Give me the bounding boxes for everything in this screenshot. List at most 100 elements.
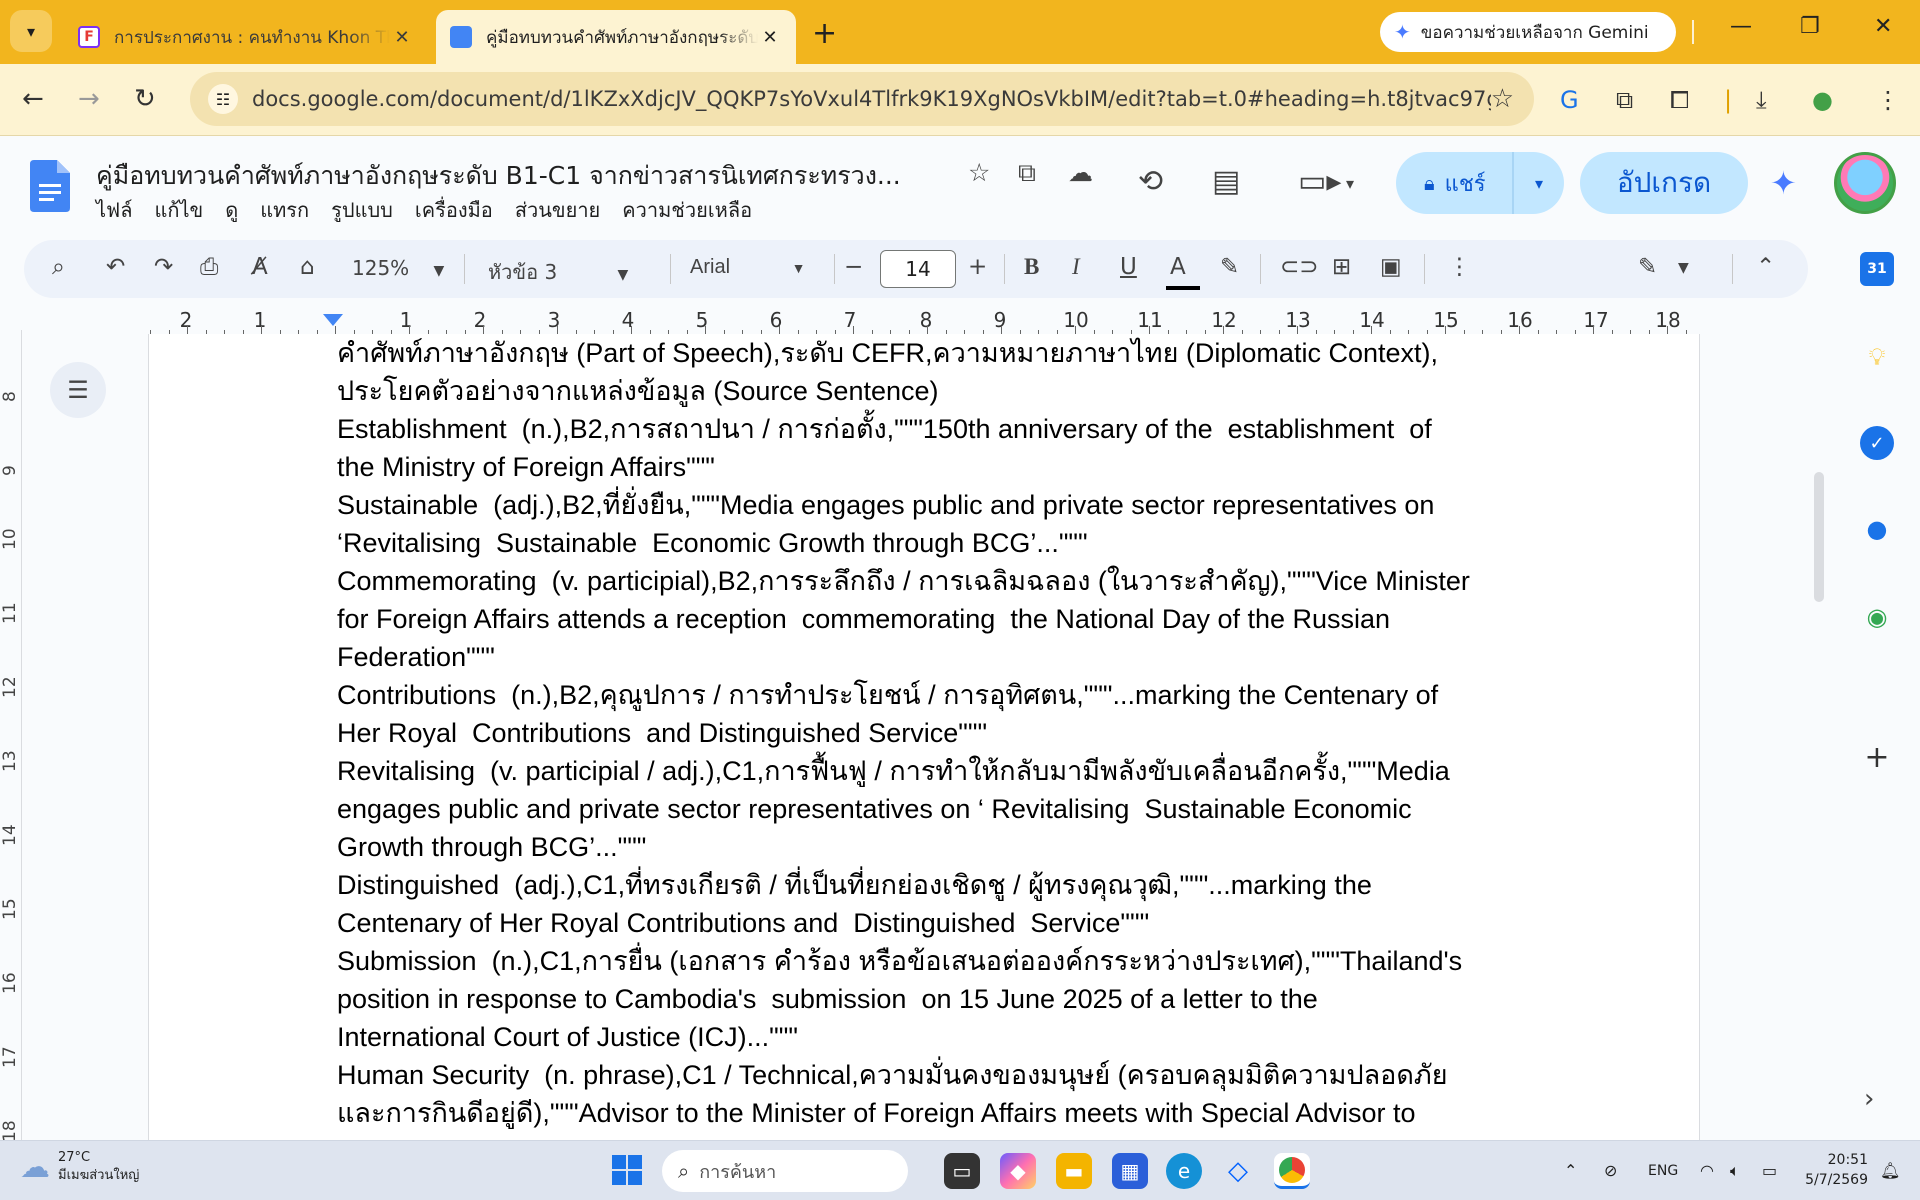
close-icon[interactable]: ✕ (390, 27, 414, 48)
maps-icon[interactable]: ◉ (1860, 600, 1894, 634)
document-line[interactable]: for Foreign Affairs attends a reception … (337, 600, 1667, 638)
document-line[interactable]: และการกินดีอยู่ดี),"""Advisor to the Min… (337, 1094, 1667, 1132)
menu-view[interactable]: ดู (225, 194, 238, 226)
bold-icon[interactable]: B (1024, 254, 1039, 280)
menu-help[interactable]: ความช่วยเหลือ (622, 194, 752, 226)
share-button[interactable]: 🔒︎ แชร์ ▾ (1396, 152, 1564, 214)
cast-icon[interactable]: ⧉ (1616, 86, 1633, 114)
gemini-button[interactable]: ✦ ขอความช่วยเหลือจาก Gemini (1380, 12, 1676, 52)
search-icon[interactable]: ⌕ (52, 254, 65, 280)
menu-insert[interactable]: แทรก (260, 194, 309, 226)
notification-icon[interactable]: 🔔︎ (1880, 1161, 1900, 1180)
highlight-icon[interactable]: ✎ (1220, 254, 1239, 280)
document-line[interactable]: Growth through BCG’...""" (337, 828, 1667, 866)
menu-extensions[interactable]: ส่วนขยาย (515, 194, 600, 226)
font-select[interactable]: Arial ▼ (690, 256, 805, 279)
increase-font-size-icon[interactable]: + (968, 254, 987, 280)
document-line[interactable]: Revitalising (v. participial / adj.),C1,… (337, 752, 1667, 790)
menu-tools[interactable]: เครื่องมือ (415, 194, 493, 226)
chevron-right-icon[interactable]: › (1864, 1084, 1874, 1114)
copilot-icon[interactable]: ◆ (1000, 1153, 1036, 1189)
profile-icon[interactable]: ● (1812, 86, 1833, 114)
start-button[interactable] (612, 1155, 642, 1185)
restore-button[interactable]: ❐ (1800, 14, 1820, 39)
paint-format-icon[interactable]: ⌂ (300, 254, 315, 280)
document-line[interactable]: ประโยคตัวอย่างจากแหล่งข้อมูล (Source Sen… (337, 372, 1667, 410)
document-line[interactable]: engages public and private sector repres… (337, 790, 1667, 828)
style-select[interactable]: หัวข้อ 3 ▼ (488, 256, 628, 288)
document-outline-button[interactable]: ☰ (50, 362, 106, 418)
editing-mode-icon[interactable]: ✎ (1638, 254, 1657, 280)
document-line[interactable]: ‘Revitalising Sustainable Economic Growt… (337, 524, 1667, 562)
contacts-icon[interactable]: ● (1860, 512, 1894, 546)
omnibox[interactable]: ☷ docs.google.com/document/d/1lKZxXdjcJV… (190, 72, 1534, 126)
language-indicator[interactable]: ENG (1648, 1163, 1678, 1179)
clock[interactable]: 20:51 5/7/2569 (1800, 1150, 1868, 1190)
chrome-icon[interactable] (1274, 1153, 1310, 1189)
avatar[interactable] (1834, 152, 1896, 214)
network-status-icon[interactable]: ⊘ (1604, 1161, 1617, 1180)
volume-icon[interactable]: 🔈︎ (1730, 1161, 1740, 1181)
history-icon[interactable]: ⟲ (1138, 164, 1163, 199)
tab-job-posting[interactable]: F การประกาศงาน : คนทำงาน Khon Thai ✕ (64, 10, 428, 64)
document-line[interactable]: Distinguished (adj.),C1,ที่ทรงเกียรติ / … (337, 866, 1667, 904)
more-options-icon[interactable]: ⋮ (1448, 254, 1471, 280)
task-view-icon[interactable]: ▭ (944, 1153, 980, 1189)
comments-icon[interactable]: ▤ (1212, 164, 1240, 199)
underline-icon[interactable]: U (1120, 254, 1137, 280)
chevron-down-icon[interactable]: ▾ (1514, 174, 1564, 193)
close-icon[interactable]: ✕ (758, 27, 782, 48)
keep-icon[interactable]: 💡︎ (1860, 340, 1894, 374)
document-line[interactable]: position in response to Cambodia's submi… (337, 980, 1667, 1018)
document-line[interactable]: Submission (n.),C1,การยื่น (เอกสาร คำร้อ… (337, 942, 1667, 980)
link-icon[interactable]: ⊂⊃ (1280, 254, 1319, 280)
undo-icon[interactable]: ↶ (106, 254, 125, 280)
document-line[interactable]: Commemorating (v. participial),B2,การระล… (337, 562, 1667, 600)
zoom-select[interactable]: 125% ▼ (352, 256, 444, 280)
document-line[interactable]: Establishment (n.),B2,การสถาปนา / การก่อ… (337, 410, 1667, 448)
new-tab-button[interactable]: + (812, 16, 837, 51)
calendar-icon[interactable]: 31 (1860, 252, 1894, 286)
chevron-down-icon[interactable]: ▾ (1346, 174, 1354, 193)
minimize-button[interactable]: — (1730, 14, 1752, 39)
tasks-icon[interactable]: ✓ (1860, 426, 1894, 460)
document-body[interactable]: คำศัพท์ภาษาอังกฤษ (Part of Speech),ระดับ… (337, 334, 1667, 1140)
gemini-icon[interactable]: ✦ (1770, 164, 1797, 202)
document-line[interactable]: Human Security (n. phrase),C1 / Technica… (337, 1056, 1667, 1094)
insert-image-icon[interactable]: ▣ (1380, 254, 1402, 280)
document-line[interactable]: the United Nations Secretary-General on … (337, 1132, 1667, 1140)
extensions-icon[interactable]: ⧠ (1670, 86, 1689, 114)
menu-icon[interactable]: ⋮ (1876, 86, 1900, 114)
close-window-button[interactable]: ✕ (1874, 14, 1892, 39)
hide-menus-icon[interactable]: ⌃ (1756, 254, 1775, 280)
scrollbar[interactable] (1814, 472, 1824, 602)
chevron-up-icon[interactable]: ⌃ (1564, 1161, 1577, 1180)
taskbar-search[interactable]: ⌕ การค้นหา (662, 1150, 908, 1192)
dropbox-icon[interactable]: ◇ (1220, 1153, 1256, 1189)
document-line[interactable]: Her Royal Contributions and Distinguishe… (337, 714, 1667, 752)
document-line[interactable]: Federation""" (337, 638, 1667, 676)
star-icon[interactable]: ☆ (968, 158, 990, 187)
text-color-icon[interactable]: A (1170, 254, 1186, 280)
tab-docs[interactable]: คู่มือทบทวนคำศัพท์ภาษาอังกฤษระดับ B1 ✕ (436, 10, 796, 64)
download-icon[interactable]: ⤓ (1756, 86, 1767, 114)
horizontal-ruler[interactable]: 2 1 1 2 3 4 5 6 7 8 9 10 11 12 13 14 15 16 17 18 (150, 308, 1690, 334)
url-text[interactable]: docs.google.com/document/d/1lKZxXdjcJV_Q… (252, 87, 1491, 111)
menu-format[interactable]: รูปแบบ (331, 194, 393, 226)
menu-edit[interactable]: แก้ไข (154, 194, 203, 226)
move-folder-icon[interactable]: ⧉ (1018, 158, 1036, 188)
menu-file[interactable]: ไฟล์ (96, 194, 132, 226)
bookmark-star-icon[interactable]: ☆ (1491, 84, 1514, 114)
document-line[interactable]: Sustainable (adj.),B2,ที่ยั่งยืน,"""Medi… (337, 486, 1667, 524)
meet-icon[interactable]: ▭▸ (1298, 164, 1341, 199)
redo-icon[interactable]: ↷ (154, 254, 173, 280)
file-explorer-icon[interactable]: ▬ (1056, 1153, 1092, 1189)
spellcheck-icon[interactable]: A̸ (252, 254, 268, 280)
print-icon[interactable]: ⎙ (200, 254, 218, 280)
upgrade-button[interactable]: อัปเกรด (1580, 152, 1748, 214)
add-addon-icon[interactable]: + (1860, 740, 1894, 775)
add-comment-icon[interactable]: ⊞ (1332, 254, 1351, 280)
document-line[interactable]: International Court of Justice (ICJ)..."… (337, 1018, 1667, 1056)
forward-button[interactable]: → (78, 84, 100, 114)
font-size-input[interactable]: 14 (880, 250, 956, 288)
